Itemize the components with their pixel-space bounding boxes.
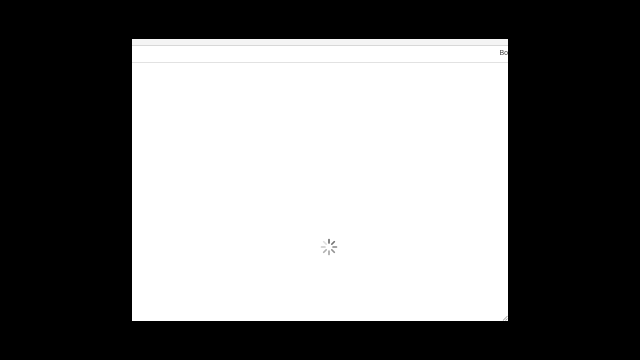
- loading-spinner-icon: [320, 238, 338, 256]
- desktop-background: Bo: [0, 0, 640, 360]
- browser-window: Bo: [132, 39, 508, 321]
- window-title-bar[interactable]: [132, 39, 508, 46]
- toolbar-bookmarks-button[interactable]: Bo: [499, 49, 508, 59]
- page-content-area: [132, 63, 508, 321]
- browser-toolbar: Bo: [132, 46, 508, 63]
- resize-grip-icon[interactable]: [502, 315, 508, 321]
